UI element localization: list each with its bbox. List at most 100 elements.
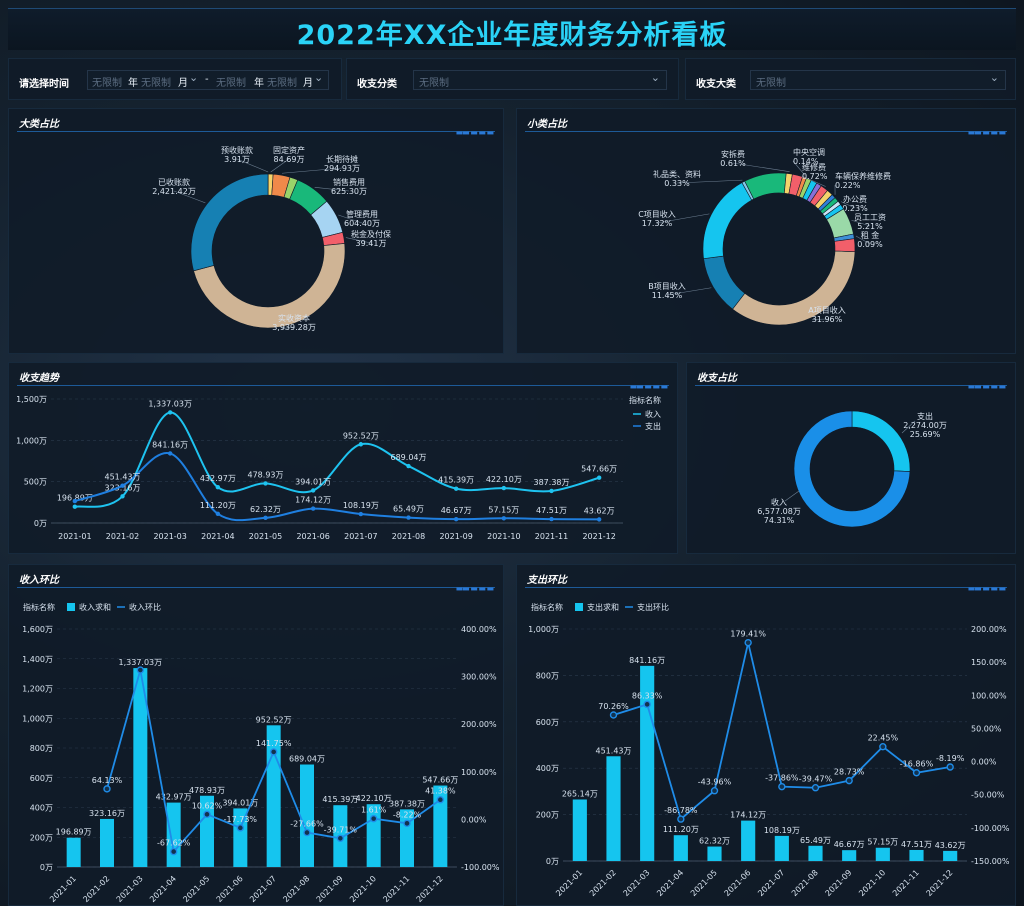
bar-value-label: 451.43万 [596,746,632,755]
bar [673,835,688,861]
slice-value-label: 39.41万 [356,239,387,248]
end-year-placeholder[interactable]: 无限制 [216,74,246,89]
slice-value-label: 3.91万 [224,155,250,164]
x-tick-label: 2021-11 [535,532,568,541]
x-tick-label: 2021-03 [115,874,145,904]
data-label: 65.49万 [393,505,424,514]
legend-label: 收入求和 [79,602,111,612]
header-bar: 2022年XX企业年度财务分析看板 [8,8,1016,51]
bar-value-label: 323.16万 [89,809,125,818]
x-tick-label: 2021-06 [723,868,753,898]
x-tick-label: 2021-06 [296,532,329,541]
x-tick-label: 2021-07 [344,532,377,541]
time-range-input[interactable]: 无限制 年 无限制 月 ⌄ - 无限制 年 无限制 月 ⌄ [87,70,329,90]
x-tick-label: 2021-12 [415,874,445,904]
end-year-unit: 年 [254,78,264,89]
y2-tick-label: -100.00% [971,824,1010,833]
donut-slice [851,410,911,472]
y2-tick-label: 100.00% [971,691,1007,700]
bar [300,764,314,867]
data-point [310,488,316,493]
ratio-label: -37.86% [765,774,799,783]
data-point [406,515,411,520]
expense-mom-panel: 支出环比 ▬▬ ▬ ▬ ▬ 0万 200万 400万 600万 800万 1,000万 -1… [516,564,1016,906]
slice-name-label: 税金及付保 [351,229,391,239]
slice-name-label: 销售费用 [333,177,365,187]
chevron-down-icon[interactable]: ⌄ [651,71,660,84]
data-label: 43.62万 [584,506,615,515]
bar-value-label: 57.15万 [867,838,898,847]
slice-name-label: 员工工资 [854,212,886,222]
category-select[interactable]: 无限制 ⌄ [413,70,667,90]
ratio-label: 22.45% [868,734,899,743]
x-tick-label: 2021-10 [348,874,378,904]
major-select[interactable]: 无限制 ⌄ [750,70,1006,90]
bar-value-label: 111.20万 [663,825,699,834]
bar [909,849,924,861]
chevron-down-icon[interactable]: ⌄ [314,71,323,84]
end-month-unit: 月 [303,78,313,89]
data-point [453,516,459,522]
start-year-placeholder[interactable]: 无限制 [92,74,122,89]
panel-title: 收入环比 [19,575,59,586]
x-tick-label: 2021-08 [392,532,425,541]
end-month-placeholder[interactable]: 无限制 [267,74,297,89]
data-point [167,410,173,415]
legend-label: 收入环比 [129,602,161,612]
ratio-point [879,742,887,751]
slice-value-label: 604.40万 [344,219,380,228]
bar-value-label: 196.89万 [56,828,92,837]
y-tick-label: 200万 [536,811,559,820]
data-point [501,516,507,521]
y2-tick-label: -150.00% [971,857,1010,866]
legend-title: 指标名称 [531,602,563,612]
slice-name-label: 固定资产 [273,145,305,155]
start-month-placeholder[interactable]: 无限制 [141,74,171,89]
ratio-label: -8.19% [936,754,965,763]
ratio-label: 1.61% [361,806,387,815]
panel-title: 小类占比 [527,119,567,130]
slice-pct-label: 74.31% [764,516,795,525]
data-label: 415.39万 [438,476,474,485]
data-point [120,483,125,488]
bar [842,850,857,861]
y-tick-label: 500万 [24,478,47,487]
ratio-label: 28.73% [834,768,865,777]
bar [66,837,81,867]
y2-tick-label: -50.00% [971,791,1005,800]
y-tick-label: 1,500万 [16,395,47,404]
bar-value-label: 952.52万 [256,715,292,724]
ratio-point [403,819,411,828]
chevron-down-icon[interactable]: ⌄ [189,71,198,84]
y-tick-label: 0万 [546,857,559,866]
panel-title: 大类占比 [19,119,59,130]
data-label: 108.19万 [343,501,379,510]
x-tick-label: 2021-02 [588,868,618,898]
data-label: 46.67万 [441,506,472,515]
slice-name-label: 长期待摊 [326,154,358,164]
data-point [167,451,173,456]
ratio-point [369,814,378,823]
legend-title: 指标名称 [629,395,661,405]
x-tick-label: 2021-06 [215,874,245,904]
y-tick-label: 0万 [34,519,47,528]
bar-value-label: 432.97万 [156,793,192,802]
y2-tick-label: 150.00% [971,658,1007,667]
bar [808,845,823,861]
ratio-point [269,748,278,756]
chevron-down-icon[interactable]: ⌄ [990,71,999,84]
slice-name-label: 礼品类、资料 [653,169,701,179]
y2-tick-label: 50.00% [971,724,1002,733]
x-tick-label: 2021-05 [181,874,211,904]
slice-name-label: C项目收入 [638,209,676,219]
ratio-point [336,834,345,843]
bar-value-label: 46.67万 [834,840,865,849]
ratio-point [203,810,211,819]
bar-value-label: 174.12万 [730,811,766,820]
ratio-label: 10.62% [192,801,223,810]
x-tick-label: 2021-04 [148,874,178,904]
slice-value-label: 2,421.42万 [152,187,196,196]
slice-value-label: 11.45% [652,291,683,300]
slice-value-label: 0.23% [842,204,868,213]
ratio-label: -16.86% [900,760,934,769]
